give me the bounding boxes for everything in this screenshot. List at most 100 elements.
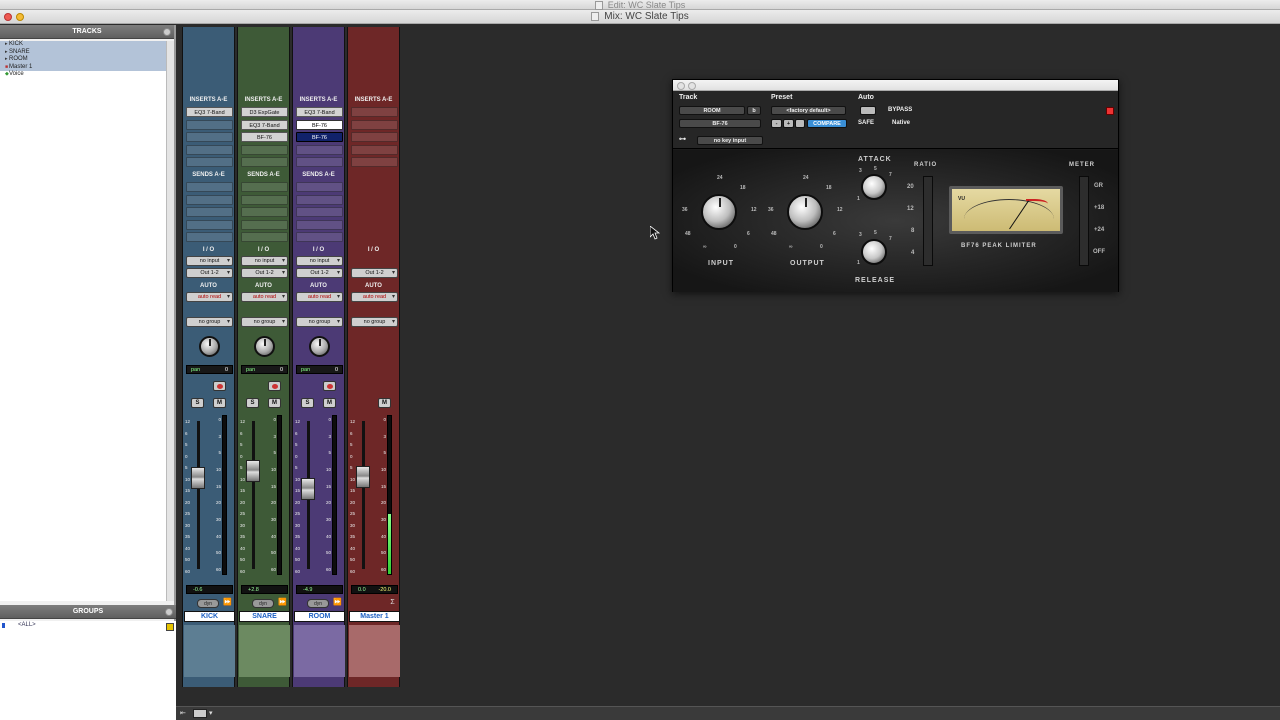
- volume-fader[interactable]: [246, 459, 260, 482]
- preset-menu-icon[interactable]: [795, 119, 805, 128]
- send-slot[interactable]: [296, 207, 343, 217]
- preset-selector[interactable]: <factory default>: [771, 106, 846, 115]
- track-name-plate[interactable]: KICK: [184, 611, 235, 622]
- preset-plus-button[interactable]: +: [783, 119, 794, 128]
- record-enable-button[interactable]: [268, 381, 281, 391]
- send-slot[interactable]: [186, 232, 233, 242]
- group-selector[interactable]: no group: [241, 317, 288, 327]
- insert-slot[interactable]: [296, 157, 343, 167]
- send-slot[interactable]: [241, 219, 288, 230]
- volume-display[interactable]: +2.8: [241, 585, 288, 594]
- clip-indicator-icon[interactable]: [1106, 107, 1114, 115]
- output-selector[interactable]: Out 1-2: [351, 268, 398, 278]
- group-item-all[interactable]: <ALL>: [0, 621, 176, 630]
- send-slot[interactable]: [296, 232, 343, 242]
- insert-slot[interactable]: [351, 107, 398, 117]
- record-enable-button[interactable]: [213, 381, 226, 391]
- input-selector[interactable]: no input: [296, 256, 343, 266]
- send-slot[interactable]: [241, 194, 288, 205]
- insert-slot[interactable]: [241, 157, 288, 167]
- insert-slot[interactable]: [351, 157, 398, 167]
- track-name-plate[interactable]: Master 1: [349, 611, 400, 622]
- input-selector[interactable]: no input: [241, 256, 288, 266]
- volume-display[interactable]: 0.0 -20.0: [351, 585, 398, 594]
- track-comments-area[interactable]: [294, 625, 345, 677]
- mute-button[interactable]: M: [268, 398, 281, 408]
- automation-icon[interactable]: [860, 106, 876, 115]
- dyn-button[interactable]: dyn: [252, 599, 274, 608]
- insert-slot[interactable]: [351, 119, 398, 130]
- insert-slot[interactable]: [186, 144, 233, 155]
- insert-slot[interactable]: BF-76: [241, 132, 288, 142]
- insert-slot[interactable]: [186, 132, 233, 142]
- minimize-plugin-icon[interactable]: [688, 82, 696, 90]
- automation-mode-selector[interactable]: auto read: [241, 292, 288, 302]
- track-name-plate[interactable]: SNARE: [239, 611, 290, 622]
- insert-slot[interactable]: [351, 132, 398, 142]
- group-selector[interactable]: no group: [296, 317, 343, 327]
- insert-slot[interactable]: [186, 157, 233, 167]
- send-slot[interactable]: [186, 194, 233, 205]
- group-selector[interactable]: no group: [186, 317, 233, 327]
- pan-knob[interactable]: [254, 336, 275, 357]
- input-selector[interactable]: no input: [186, 256, 233, 266]
- insert-slot[interactable]: [186, 119, 233, 130]
- dyn-button[interactable]: dyn: [307, 599, 329, 608]
- tracks-options-icon[interactable]: [163, 28, 171, 36]
- send-slot[interactable]: [186, 219, 233, 230]
- minimize-window-icon[interactable]: [16, 13, 24, 21]
- insert-slot[interactable]: [296, 144, 343, 155]
- send-slot[interactable]: [186, 182, 233, 192]
- edit-window-titlebar[interactable]: Edit: WC Slate Tips: [0, 0, 1280, 11]
- output-selector[interactable]: Out 1-2: [241, 268, 288, 278]
- release-knob[interactable]: [861, 239, 887, 265]
- sigma-icon[interactable]: Σ: [388, 599, 397, 608]
- group-selector[interactable]: no group: [351, 317, 398, 327]
- close-window-icon[interactable]: [4, 13, 12, 21]
- track-list-scrollbar[interactable]: [166, 41, 174, 601]
- volume-fader[interactable]: [191, 467, 205, 489]
- send-slot[interactable]: [241, 207, 288, 217]
- preset-minus-button[interactable]: -: [771, 119, 782, 128]
- attack-knob[interactable]: [861, 174, 887, 200]
- meter-buttons[interactable]: [1079, 176, 1089, 266]
- automation-mode-selector[interactable]: auto read: [296, 292, 343, 302]
- groups-options-icon[interactable]: [165, 608, 173, 616]
- volume-fader[interactable]: [301, 477, 315, 500]
- output-selector[interactable]: Out 1-2: [296, 268, 343, 278]
- compare-button[interactable]: COMPARE: [807, 119, 847, 128]
- bypass-button[interactable]: BYPASS: [888, 107, 912, 113]
- solo-button[interactable]: S: [246, 398, 259, 408]
- track-name-plate[interactable]: ROOM: [294, 611, 345, 622]
- native-button[interactable]: Native: [892, 120, 910, 126]
- track-list-item[interactable]: ▸ SNARE: [0, 48, 166, 56]
- left-arrow-icon[interactable]: ⇤: [180, 709, 186, 718]
- fast-forward-icon[interactable]: ⏩: [278, 599, 287, 608]
- track-comments-area[interactable]: [184, 625, 235, 677]
- close-plugin-icon[interactable]: [677, 82, 685, 90]
- fast-forward-icon[interactable]: ⏩: [223, 599, 232, 608]
- fast-forward-icon[interactable]: ⏩: [333, 599, 342, 608]
- track-list-item[interactable]: ▸ ROOM: [0, 56, 166, 64]
- pan-knob[interactable]: [199, 336, 220, 357]
- view-toggle-icon[interactable]: [193, 709, 207, 718]
- plugin-titlebar[interactable]: [673, 80, 1118, 91]
- send-slot[interactable]: [296, 182, 343, 192]
- send-slot[interactable]: [296, 194, 343, 205]
- track-list-item[interactable]: ▸ KICK: [0, 41, 166, 49]
- mute-button[interactable]: M: [378, 398, 391, 408]
- volume-display[interactable]: -0.6: [186, 585, 233, 594]
- send-slot[interactable]: [186, 207, 233, 217]
- solo-button[interactable]: S: [191, 398, 204, 408]
- track-comments-area[interactable]: [349, 625, 400, 677]
- insert-slot[interactable]: [241, 144, 288, 155]
- pan-knob[interactable]: [309, 336, 330, 357]
- insert-slot[interactable]: BF-76: [296, 119, 343, 130]
- insert-slot[interactable]: EQ3 7-Band: [186, 107, 233, 117]
- mute-button[interactable]: M: [323, 398, 336, 408]
- chevron-down-icon[interactable]: ▾: [209, 709, 213, 718]
- send-slot[interactable]: [241, 182, 288, 192]
- insert-position-selector[interactable]: b: [747, 106, 761, 115]
- insert-slot[interactable]: EQ3 7-Band: [296, 107, 343, 117]
- automation-mode-selector[interactable]: auto read: [186, 292, 233, 302]
